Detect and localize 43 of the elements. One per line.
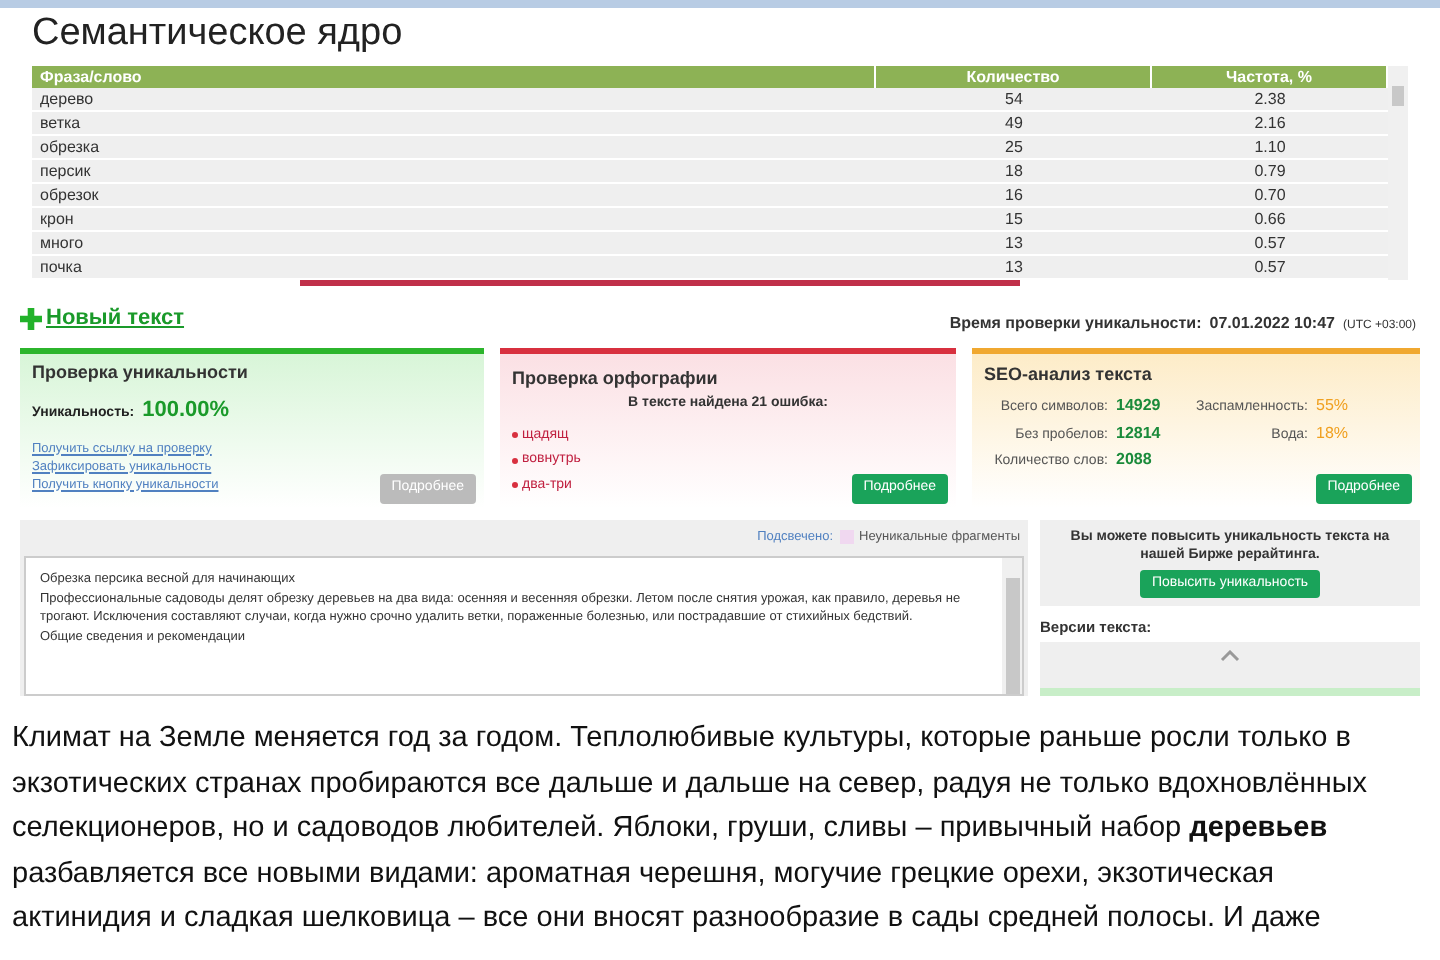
table-cell-text: почка xyxy=(38,256,84,278)
table-cell-text: ветка xyxy=(38,112,83,134)
table-cell-text: 0.57 xyxy=(1252,256,1288,278)
article-paragraph: Климат на Земле меняется год за годом. Теплолюбивые культуры, которые раньше росли только в экзотических странах пробираются все дальше и дальше на север, радуя не только вдохновлённых селекционеров, но и садоводов любителей. Яблоки, груши, сливы – привычный набор деревьев разбавляется все новыми видами: ароматная черешня, могучие грецкие орехи, экзотическая актинидия и сладкая шелковица – все они вносят разнообразие в сады средней полосы. И даже xyxy=(10,720,1369,938)
bullet-icon xyxy=(512,482,518,489)
table-cell-text: 15 xyxy=(1003,208,1025,230)
uniqueness-value: 100.00% xyxy=(142,396,230,426)
stat-value: 18% xyxy=(1316,421,1349,445)
table-cell-text: много xyxy=(38,232,86,254)
table-cell-text: персик xyxy=(38,160,93,182)
table-cell-text: дерево xyxy=(38,88,96,110)
table-cell-text: крон xyxy=(38,208,76,230)
card-title: SEO-анализ текста xyxy=(984,361,1154,387)
bullet-icon xyxy=(512,457,518,464)
table-cell-text: 0.79 xyxy=(1252,160,1288,182)
plus-icon xyxy=(20,307,42,330)
table-cell-text: 16 xyxy=(1003,184,1025,206)
check-time-label: Время проверки уникальности: xyxy=(949,311,1202,335)
table-cell-text: обрезка xyxy=(38,136,102,158)
table-cell-text: 54 xyxy=(1003,88,1025,110)
new-text-link[interactable]: Новый текст xyxy=(20,302,185,335)
stat-value: 55% xyxy=(1316,394,1349,418)
table-cell-text: 1.10 xyxy=(1252,136,1288,158)
stat-value: 2088 xyxy=(1116,448,1152,472)
table-cell-text: 0.70 xyxy=(1252,184,1288,206)
table-cell-text: 13 xyxy=(1003,232,1025,254)
table-cell-text: 13 xyxy=(1003,256,1025,278)
table-cell-text: 0.57 xyxy=(1252,232,1288,254)
table-cell-text: обрезок xyxy=(38,184,101,206)
table-cell-text: 2.16 xyxy=(1252,112,1288,134)
card-title: Проверка уникальности xyxy=(32,359,250,386)
table-cell-text: 25 xyxy=(1003,136,1025,158)
table-cell-text: 0.66 xyxy=(1252,208,1288,230)
card-title: Проверка орфографии xyxy=(512,365,720,392)
table-cell-text: 49 xyxy=(1003,112,1025,134)
table-cell-text: 18 xyxy=(1003,160,1025,182)
bullet-icon xyxy=(512,432,518,439)
check-time: 07.01.2022 10:47 xyxy=(1209,311,1335,335)
stat-value: 14929 xyxy=(1116,394,1161,418)
stat-value: 12814 xyxy=(1116,421,1161,445)
chevron-up-icon[interactable] xyxy=(1220,650,1240,663)
table-cell-text: 2.38 xyxy=(1252,88,1288,110)
section-title: Семантическое ядро xyxy=(32,10,405,58)
